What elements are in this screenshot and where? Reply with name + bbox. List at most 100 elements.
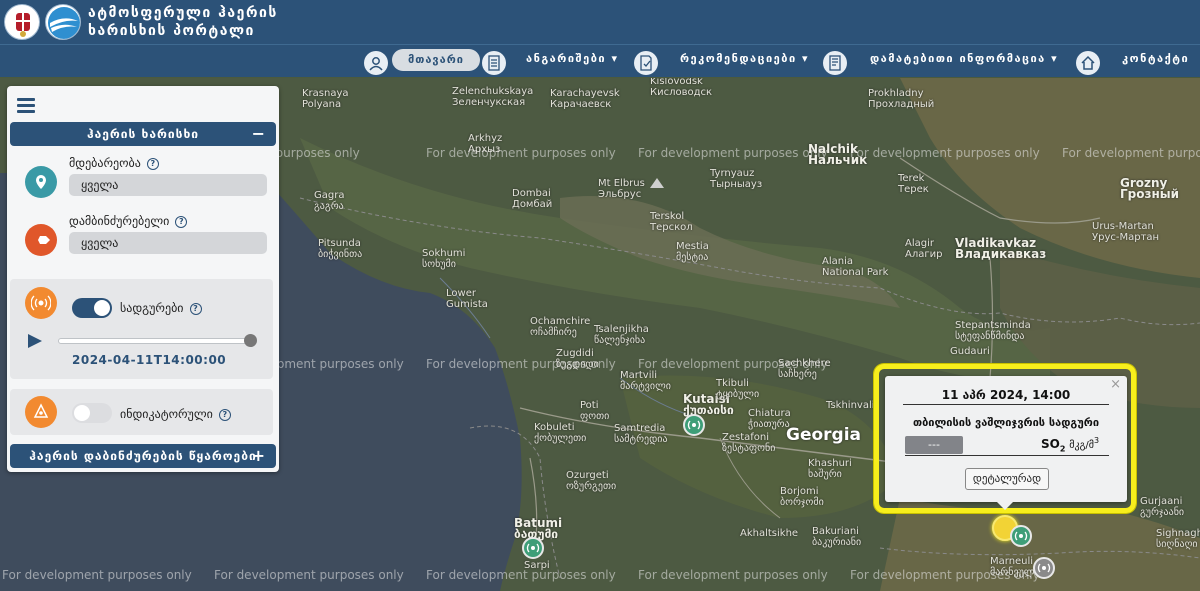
user-icon[interactable] [364,51,388,75]
portal-title-line2: ხარისხის პორტალი [88,23,255,39]
nav-contact[interactable]: კონტაქტი [1122,52,1189,65]
popup-pollutant: SO2 მკგ/მ3 [1041,436,1099,453]
watermark: For development purposes only [426,146,616,160]
map-label-tsalenjikha: Tsalenjikha წალენჯიხა [594,324,649,346]
recommendations-icon[interactable] [634,51,658,75]
location-select[interactable]: ყველა [69,174,267,196]
watermark: For development purposes only [850,146,1040,160]
watermark: For development purposes only [638,568,828,582]
map-label-alagir: Alagir Алагир [905,238,943,260]
help-icon[interactable]: ? [218,409,231,421]
indicator-toggle[interactable] [72,403,112,423]
map-label-zelenchukskaya: Zelenchukskaya Зеленчукская [452,86,534,108]
map-label-sokhumi: Sokhumi სოხუმი [422,248,466,270]
collapse-icon[interactable]: − [252,122,266,146]
popup-value-badge: --- [905,436,963,454]
help-icon[interactable]: ? [189,303,202,315]
map-label-terskol: Terskol Терскол [650,211,693,233]
map-label-ozurgeti: Ozurgeti ოზურგეთი [566,470,617,492]
map-label-vladikavkaz: Vladikavkaz Владикавказ [955,236,1047,261]
time-slider[interactable] [58,338,254,344]
stations-toggle[interactable] [72,298,112,318]
popup-unit: მკგ/მ [1069,440,1094,451]
pollutant-label-text: დამბინძურებელი [69,214,170,228]
indicator-label: ინდიკატორული? [120,407,231,421]
map-label-terek: Terek Терек [898,173,929,195]
map-label-mestia: Mestia მესტია [676,241,709,263]
air-quality-header[interactable]: ჰაერის ხარისხი − [10,122,276,146]
location-pin-icon [25,166,57,198]
map-label-krasnaya: Krasnaya Polyana [302,88,349,110]
location-label: მდებარეობა? [69,156,159,170]
watermark: For development purposes only [850,568,1040,582]
pollutant-select[interactable]: ყველა [69,232,267,254]
stations-label: სადგურები? [120,301,202,315]
location-label-text: მდებარეობა [69,156,141,170]
coat-of-arms-logo[interactable] [4,4,40,40]
nav-home[interactable]: მთავარი [392,49,480,71]
station-icon [25,287,57,319]
nav-additional-info[interactable]: დამატებითი ინფორმაცია ▾ [870,52,1058,65]
map-label-tkibuli: Tkibuli ტყიბული [716,378,760,400]
map-label-akhaltsikhe: Akhaltsikhe [740,528,799,539]
expand-icon[interactable]: + [252,444,266,468]
pollutant-label: დამბინძურებელი? [69,214,188,228]
map-label-borjomi: Borjomi ბორჯომი [780,486,824,508]
agency-logo[interactable] [45,4,81,40]
popup-pollutant-sub: 2 [1059,444,1066,454]
help-icon[interactable]: ? [146,158,159,170]
help-icon[interactable]: ? [175,216,188,228]
air-quality-title: ჰაერის ხარისხი [86,127,200,141]
map-label-sighnaghi: Sighnaghi სიღნაღი [1156,528,1200,550]
watermark: For development purposes only [638,146,828,160]
home-icon[interactable] [1076,51,1100,75]
map-label-grozny: Grozny Грозный [1120,176,1180,201]
indicator-icon [25,396,57,428]
watermark: For development purposes only [638,357,828,371]
play-icon[interactable] [28,334,42,348]
map-label-tyrnyauz: Tyrnyauz Тырныауз [710,168,763,190]
timestamp-label: 2024-04-11T14:00:00 [72,353,227,367]
map-label-stepantsminda: Stepantsminda სტეფანწმინდა [955,320,1031,342]
map-label-karachayevsk: Karachayevsk Карачаевск [550,88,620,110]
side-panel: ჰაერის ხარისხი − მდებარეობა? ყველა დამბი… [7,86,279,472]
portal-title[interactable]: ატმოსფერული ჰაერის ხარისხის პორტალი [88,4,278,40]
time-slider-handle[interactable] [244,334,257,347]
map-label-gurjaani: Gurjaani გურჯაანი [1140,496,1185,518]
popup-divider [903,404,1109,405]
map-label-zestafoni: Zestafoni ზესტაფონი [722,432,776,454]
station-popup: × 11 აპრ 2024, 14:00 თბილისის ვაშლიჯვრის… [885,376,1127,510]
stations-card: სადგურები? 2024-04-11T14:00:00 [10,279,273,379]
info-document-icon[interactable] [823,51,847,75]
station-marker-rustavi[interactable] [1033,557,1055,579]
portal-title-line1: ატმოსფერული ჰაერის [88,5,278,21]
map-label-martvili: Martvili მარტვილი [620,370,671,392]
watermark: For development purposes only [214,568,404,582]
popup-details-button[interactable]: დეტალურად [965,468,1049,490]
map-label-bakuriani: Bakuriani ბაკურიანი [812,526,862,548]
popup-value-underline [905,455,1109,456]
pollution-sources-header[interactable]: ჰაერის დაბინძურების წყაროები + [10,444,276,468]
reports-icon[interactable] [482,51,506,75]
watermark: For development purposes only [426,357,616,371]
popup-date: 11 აპრ 2024, 14:00 [941,388,1071,402]
indicator-label-text: ინდიკატორული [120,407,213,421]
top-header: ატმოსფერული ჰაერის ხარისხის პორტალი [0,0,1200,44]
nav-reports[interactable]: ანგარიშები ▾ [526,52,618,65]
map-label-kobuleti: Kobuleti ქობულეთი [534,422,587,444]
watermark: For development purposes only [426,568,616,582]
map-label-kislovodsk: Kislovodsk Кисловодск [650,78,713,98]
menu-icon[interactable] [17,98,35,116]
pollution-sources-title: ჰაერის დაბინძურების წყაროები [29,449,257,463]
station-marker-kutaisi[interactable] [683,414,705,436]
map-label-tskhinvali: Tskhinvali [826,400,875,411]
map-label-lower-gumista: Lower Gumista [446,288,488,310]
nav-recommendations[interactable]: რეკომენდაციები ▾ [680,52,809,65]
station-marker-tbilisi[interactable] [1010,525,1032,547]
watermark: For development purposes only [1062,146,1200,160]
indicator-card: ინდიკატორული? [10,389,273,435]
map-label-dombai: Dombai Домбай [512,188,553,210]
station-marker-batumi[interactable] [522,537,544,559]
map-label-prokhladny: Prokhladny Прохладный [868,88,935,110]
map-label-elbrus: Mt Elbrus Эльбрус [598,178,645,200]
